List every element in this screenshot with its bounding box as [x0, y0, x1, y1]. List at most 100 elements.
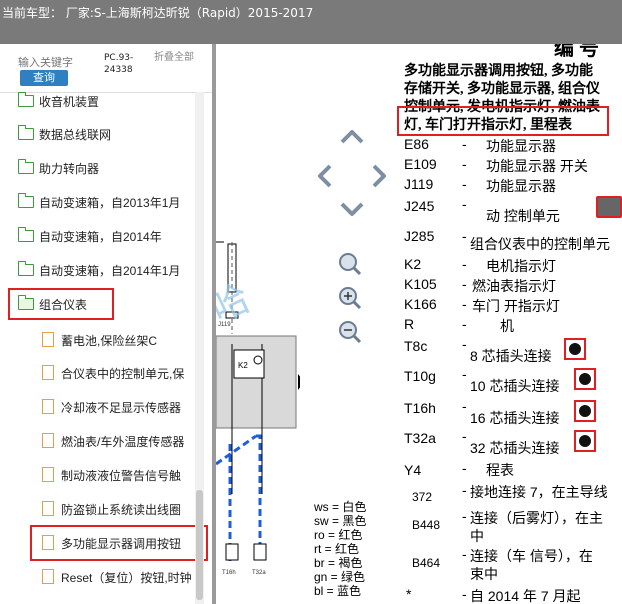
zoom-in-icon[interactable] [339, 287, 362, 310]
tree-doc-brake-fluid[interactable]: 制动液液位警告信号触 [42, 465, 181, 485]
entry-dash: - [462, 136, 467, 152]
window-title-bar: 当前车型： 厂家:S-上海斯柯达昕锐（Rapid）2015-2017 [0, 0, 622, 44]
camera-icon[interactable] [596, 196, 622, 218]
entry-code: * [406, 586, 412, 602]
entry-dash: - [462, 336, 467, 352]
entry-desc: 程表 [486, 462, 514, 478]
entry-desc: 功能显示器 开关 [486, 158, 588, 174]
connector-icon[interactable] [574, 430, 596, 452]
tree-doc-battery-fuse[interactable]: 蓄电池,保险丝架C [42, 330, 157, 350]
doc-intro-line: 多功能显示器调用按钮, 多功能 [404, 64, 593, 79]
entry-desc-continued: 束中 [470, 566, 498, 582]
tree-doc-reset-button[interactable]: Reset（复位）按钮,时钟 [42, 567, 192, 587]
t16h-label: T16h [222, 570, 236, 576]
entry-code: E86 [404, 136, 429, 152]
document-icon [42, 433, 54, 448]
entry-code: K2 [404, 256, 422, 272]
entry-code: J245 [404, 198, 435, 214]
folder-icon [18, 159, 34, 174]
folder-icon [18, 125, 34, 140]
folder-icon [18, 227, 34, 242]
tree-doc-label: 合仪表中的控制单元,保 [61, 367, 185, 381]
entry-desc: 动 控制单元 [486, 208, 560, 224]
legend-item: rt = 红色 [314, 542, 360, 556]
document-viewer: K2 J119 T16h T32a 哈 编 号 多功能显示器调用按钮, 多功能 … [216, 44, 622, 604]
tree-doc-immobilizer[interactable]: 防盗锁止系统读出线圈 [42, 499, 181, 519]
tree-folder-auto-trans-2014[interactable]: 自动变速箱，自2014年 [18, 227, 162, 247]
wiring-diagram: K2 J119 T16h T32a 哈 [216, 44, 300, 604]
tree-folder-auto-trans-2014-jan[interactable]: 自动变速箱，自2014年1月 [18, 261, 180, 281]
zoom-out-icon[interactable] [339, 321, 362, 344]
tree-folder-data-bus[interactable]: 数据总线联网 [18, 125, 111, 145]
document-icon [42, 467, 54, 482]
pan-up-icon[interactable] [340, 130, 364, 144]
legend-item: sw = 黑色 [314, 514, 367, 528]
pan-down-icon[interactable] [340, 202, 364, 216]
zoom-reset-icon[interactable] [339, 253, 362, 276]
document-icon [42, 501, 54, 516]
tree-doc-label: Reset（复位）按钮,时钟 [61, 571, 192, 585]
collapse-all-button[interactable]: 折叠全部 [154, 52, 194, 64]
entry-desc: 连接（车 信号），在 [470, 548, 593, 564]
tree-folder-label: 收音机装置 [39, 95, 100, 109]
tree-folder-label: 自动变速箱，自2013年1月 [39, 196, 181, 210]
document-icon [42, 569, 54, 584]
entry-desc: 16 芯插头连接 [470, 410, 560, 426]
t32a-label: T32a [252, 570, 266, 576]
highlight-box [8, 288, 114, 320]
connector-icon[interactable] [574, 368, 596, 390]
tree-doc-label: 蓄电池,保险丝架C [61, 334, 158, 348]
entry-dash: - [462, 586, 467, 602]
entry-dash: - [462, 482, 467, 498]
entry-code: T32a [404, 430, 436, 446]
pan-left-icon[interactable] [318, 164, 332, 188]
tree-folder-auto-trans-2013[interactable]: 自动变速箱，自2013年1月 [18, 193, 180, 213]
folder-icon [18, 261, 34, 276]
tree-doc-label: 燃油表/车外温度传感器 [61, 435, 185, 449]
legend-item: gn = 绿色 [314, 570, 366, 584]
entry-code: J119 [404, 176, 434, 192]
pan-right-icon[interactable] [372, 164, 386, 188]
entry-desc: 功能显示器 [486, 138, 556, 154]
tree-folder-power-steering[interactable]: 助力转向器 [18, 159, 99, 179]
entry-code: 372 [412, 490, 433, 504]
entry-desc: 10 芯插头连接 [470, 378, 560, 394]
connector-icon[interactable] [574, 400, 596, 422]
entry-code: E109 [404, 156, 437, 172]
connector-icon[interactable] [564, 338, 586, 360]
tree-doc-control-unit[interactable]: 合仪表中的控制单元,保 [42, 363, 184, 383]
tree-doc-fuel-gauge[interactable]: 燃油表/车外温度传感器 [42, 431, 184, 451]
wire-color-legend: ws = 白色 sw = 黑色 ro = 红色 rt = 红色 br = 褐色 … [314, 500, 366, 598]
tree-doc-coolant-sensor[interactable]: 冷却液不足显示传感器 [42, 397, 181, 417]
folder-icon [18, 193, 34, 208]
folder-icon [18, 92, 34, 107]
entry-desc: 接地连接 7，在主导线 [470, 484, 608, 500]
legend-item: ws = 白色 [314, 500, 367, 514]
entry-dash: - [462, 196, 467, 212]
entry-dash: - [462, 460, 467, 476]
tree-folder-label: 自动变速箱，自2014年1月 [39, 264, 181, 278]
entry-dash: - [462, 398, 467, 414]
entry-code: T16h [404, 400, 436, 416]
entry-dash: - [462, 428, 467, 444]
entry-dash: - [462, 508, 467, 524]
entry-desc: 32 芯插头连接 [470, 440, 560, 456]
entry-desc: 燃油表指示灯 [472, 278, 556, 294]
entry-code: Y4 [404, 462, 422, 478]
tree-doc-label: 防盗锁止系统读出线圈 [61, 503, 182, 517]
legend-item: br = 褐色 [314, 556, 363, 570]
entry-code: K105 [404, 276, 437, 292]
vehicle-title: 当前车型： 厂家:S-上海斯柯达昕锐（Rapid）2015-2017 [2, 6, 314, 20]
entry-code: B464 [412, 556, 441, 570]
search-button[interactable]: 查询 [20, 70, 68, 86]
entry-desc: 电机指示灯 [486, 258, 556, 274]
entry-code: R [404, 316, 415, 332]
sidebar-scrollbar-thumb[interactable] [196, 490, 203, 600]
legend-item: bl = 蓝色 [314, 584, 362, 598]
tree-folder-radio[interactable]: 收音机装置 [18, 92, 99, 112]
entry-dash: - [462, 156, 467, 172]
entry-dash: - [462, 546, 467, 562]
sidebar: 查询 PC.93-24338 折叠全部 收音机装置 数据总线联网 助力转向器 自… [0, 44, 212, 604]
entry-desc: 8 芯插头连接 [470, 348, 552, 364]
entry-desc: 自 2014 年 7 月起 [470, 588, 581, 604]
